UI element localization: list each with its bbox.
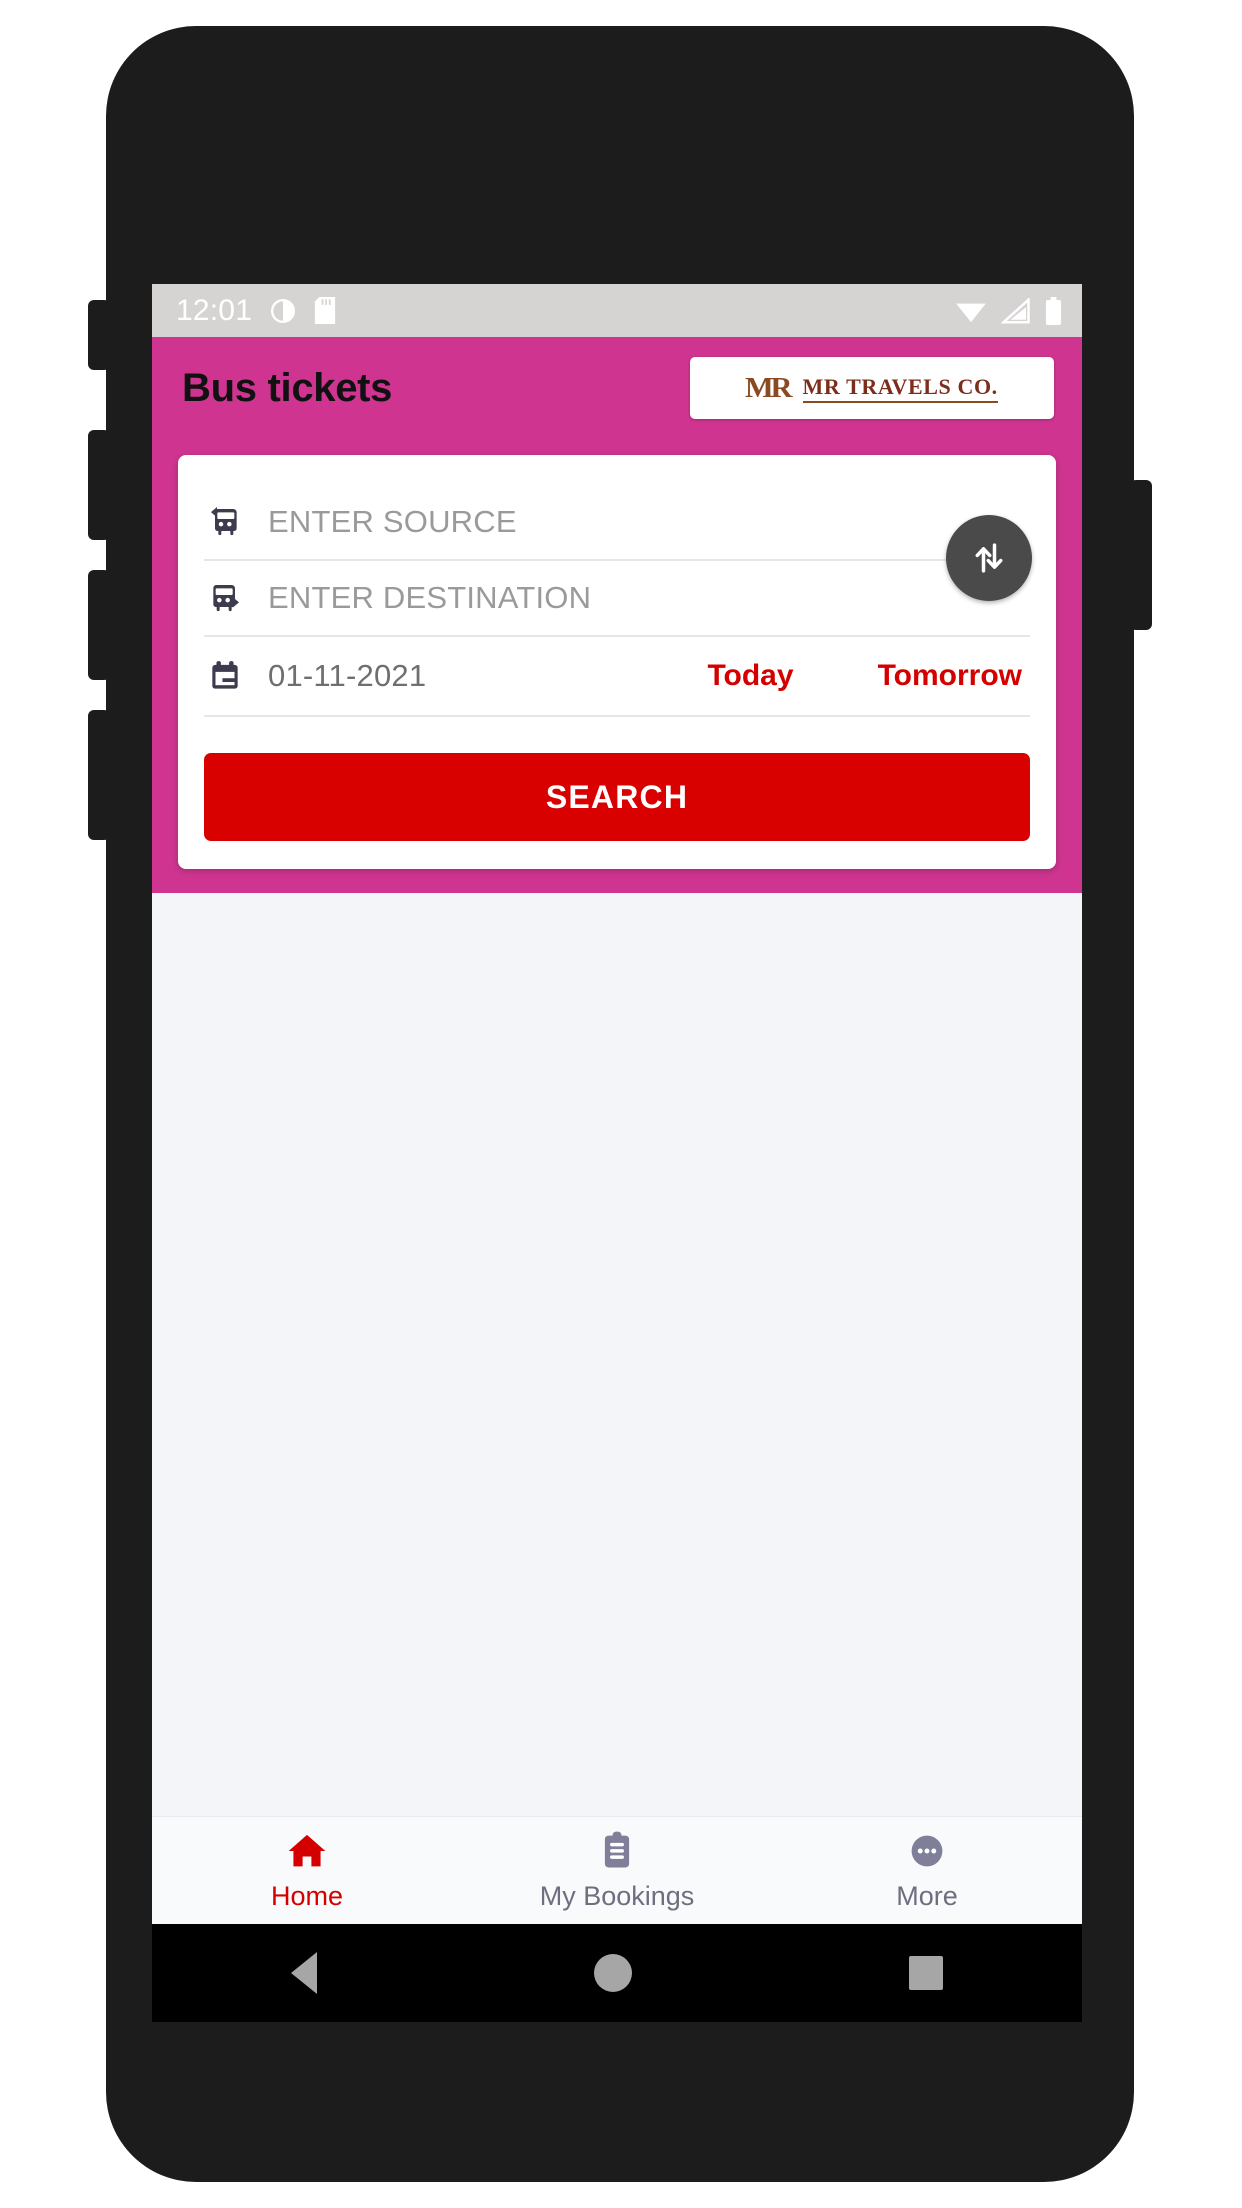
- calendar-icon: [204, 657, 246, 695]
- phone-power-button[interactable]: [1130, 480, 1152, 630]
- bus-arrival-icon: [204, 578, 246, 618]
- phone-volume-up-button[interactable]: [88, 430, 110, 540]
- source-field-row[interactable]: ENTER SOURCE: [204, 485, 1030, 561]
- date-field-row[interactable]: 01-11-2021 Today Tomorrow: [204, 637, 1030, 717]
- app-header: Bus tickets MR MR TRAVELS CO.: [152, 337, 1082, 439]
- phone-side-button[interactable]: [88, 300, 110, 370]
- sd-card-icon: [314, 297, 336, 324]
- search-band: ENTER SOURCE ENTER DESTINATION 01-11-202…: [152, 439, 1082, 893]
- search-button[interactable]: SEARCH: [204, 753, 1030, 841]
- search-button-label: SEARCH: [545, 778, 689, 815]
- battery-icon: [1045, 296, 1062, 325]
- bus-departure-icon: [204, 502, 246, 542]
- ellipsis-circle-icon: [911, 1835, 943, 1867]
- page-title: Bus tickets: [182, 365, 393, 410]
- date-value[interactable]: 01-11-2021: [268, 658, 426, 694]
- home-circle-icon[interactable]: [593, 1954, 632, 1992]
- tomorrow-button[interactable]: Tomorrow: [878, 659, 1022, 693]
- nav-item-more[interactable]: More: [772, 1829, 1082, 1912]
- clipboard-icon: [604, 1831, 630, 1868]
- phone-extra-button[interactable]: [88, 710, 110, 840]
- brand-name: MR TRAVELS CO.: [802, 374, 998, 403]
- status-bar-right: [955, 296, 1062, 325]
- search-card: ENTER SOURCE ENTER DESTINATION 01-11-202…: [178, 455, 1056, 869]
- source-input[interactable]: ENTER SOURCE: [268, 504, 517, 540]
- home-icon: [288, 1834, 326, 1867]
- nav-label-home: Home: [270, 1881, 344, 1911]
- nav-label-my-bookings: My Bookings: [539, 1881, 695, 1911]
- swap-vertical-icon: [975, 543, 1003, 573]
- do-not-disturb-icon: [271, 298, 296, 323]
- recents-square-icon[interactable]: [909, 1956, 944, 1990]
- bottom-navigation: Home My Bookings More: [152, 1816, 1082, 1924]
- quick-date-group: Today Tomorrow: [707, 659, 1030, 693]
- back-triangle-icon[interactable]: [290, 1952, 317, 1994]
- nav-item-my-bookings[interactable]: My Bookings: [462, 1829, 772, 1912]
- phone-screen: 12:01 Bus tickets MR MR TRAVELS CO. ENTE…: [152, 284, 1082, 1924]
- status-clock: 12:01: [176, 293, 253, 327]
- nav-label-more: More: [896, 1881, 958, 1911]
- status-bar: 12:01: [152, 284, 1082, 337]
- phone-volume-down-button[interactable]: [88, 570, 110, 680]
- destination-field-row[interactable]: ENTER DESTINATION: [204, 561, 1030, 637]
- destination-input[interactable]: ENTER DESTINATION: [268, 580, 591, 616]
- today-button[interactable]: Today: [707, 659, 793, 693]
- brand-logo[interactable]: MR MR TRAVELS CO.: [690, 357, 1054, 419]
- status-bar-left: 12:01: [176, 293, 336, 327]
- android-navigation-bar: [152, 1924, 1082, 2022]
- nav-item-home[interactable]: Home: [152, 1829, 462, 1912]
- screenshot-root: 12:01 Bus tickets MR MR TRAVELS CO. ENTE…: [0, 0, 1242, 2208]
- cellular-signal-icon: [1001, 297, 1030, 323]
- swap-source-destination-button[interactable]: [946, 515, 1032, 601]
- brand-monogram: MR: [745, 371, 793, 404]
- wifi-icon: [956, 303, 986, 322]
